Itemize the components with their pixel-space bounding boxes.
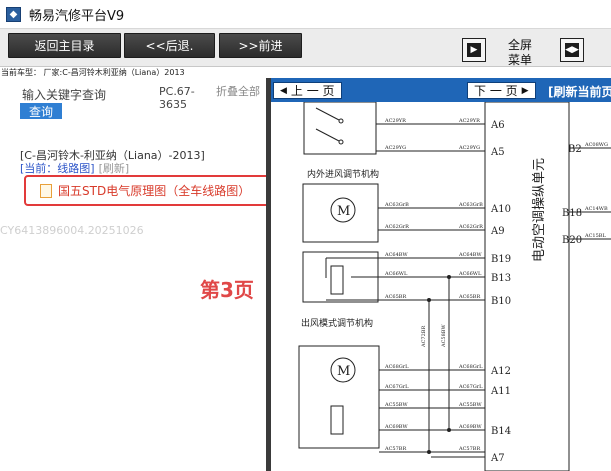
doc-item-wiring-diagram[interactable]: 国五STD电气原理图（全车线路图） [24, 175, 272, 206]
right-pin-2: B20 [562, 235, 582, 246]
wire-right-2: AC63GrB [458, 202, 483, 208]
pin-9: B14 [491, 426, 511, 437]
wire-right-1: AC29YG [458, 145, 480, 151]
expand-panel-button[interactable]: ◀▶ [560, 38, 584, 62]
home-button[interactable]: 返回主目录 [8, 33, 121, 58]
app-logo-icon: ◆ [6, 6, 21, 22]
search-button[interactable]: 查询 [20, 103, 62, 119]
wire-left-6: AC65BR [384, 294, 406, 300]
wire-right-9: AC55BW [458, 402, 482, 408]
wire-left-10: AC69BW [384, 424, 408, 430]
wire-left-2: AC63GrB [384, 202, 409, 208]
control-unit-title: 电动空调操纵单元 [531, 158, 547, 262]
pin-8: A11 [490, 386, 511, 397]
collapse-panel-button[interactable]: ▶ [462, 38, 486, 62]
search-label[interactable]: 输入关键字查询 [22, 86, 106, 103]
prev-arrow-icon: ◀ [280, 85, 287, 96]
next-page-button[interactable]: 下 一 页 ▶ [467, 82, 536, 99]
collapse-panel-icon: ▶ [467, 43, 481, 57]
wire-left-3: AC62GrR [384, 224, 409, 230]
label-recirc-mechanism: 内外进风调节机构 [307, 168, 379, 180]
wire-left-1: AC29YG [384, 145, 406, 151]
wire-left-0: AC29YR [384, 118, 406, 124]
sidebar: 输入关键字查询 查询 PC.67-3635 折叠全部 [C-昌河铃木-利亚纳（L… [0, 78, 272, 471]
wire-right-6: AC65BR [458, 294, 480, 300]
doc-item-label: 国五STD电气原理图（全车线路图） [58, 184, 251, 198]
current-view-label: [当前：线路图] [20, 162, 95, 175]
page-annotation: 第3页 [200, 278, 254, 302]
wire-left-4: AC64BW [384, 252, 408, 258]
fullscreen-label-line1: 全屏 [507, 38, 532, 52]
right-pin-1: B18 [562, 208, 582, 219]
pin-4: B19 [491, 254, 511, 265]
fullscreen-menu-label[interactable]: 全屏 菜单 [500, 38, 540, 68]
motor-symbol-recirc: M [337, 204, 350, 219]
pin-5: B13 [491, 273, 511, 284]
forward-button[interactable]: >>前进 [219, 33, 302, 58]
document-viewer: ◀ 上 一 页 下 一 页 ▶ [刷新当前页 M M 内外进风调节机构 出风模式… [271, 78, 611, 471]
next-page-label: 下 一 页 [474, 84, 518, 98]
refresh-page-link[interactable]: [刷新当前页 [548, 83, 611, 100]
wiring-diagram-svg: M M 内外进风调节机构 出风模式调节机构 AC29YR AC29YG AC63… [298, 101, 611, 471]
pin-6: B10 [491, 296, 511, 307]
wire-far-right-2: AC15BL [584, 233, 606, 239]
wire-far-right-0: AC08WG [584, 142, 608, 148]
pin-0: A6 [490, 120, 505, 131]
app-title: 畅易汽修平台V9 [29, 8, 125, 24]
wire-right-5: AC66WL [458, 271, 482, 277]
pin-2: A10 [490, 204, 511, 215]
wire-far-right-1: AC14WB [584, 206, 608, 212]
wire-left-11: AC57BR [384, 446, 406, 452]
refresh-link[interactable]: [刷新] [99, 162, 130, 175]
wiring-diagram: M M 内外进风调节机构 出风模式调节机构 AC29YR AC29YG AC63… [271, 101, 611, 471]
fold-all-button[interactable]: 折叠全部 [216, 85, 264, 98]
motor-symbol-outlet: M [337, 364, 350, 379]
breadcrumb: 当前车型： 厂家:C-昌河铃木利亚纳（Liana）2013 [1, 68, 185, 77]
title-bar: ◆ 畅易汽修平台V9 [0, 0, 611, 29]
vertical-wire-0: AC72BR [421, 326, 427, 348]
wire-right-0: AC29YR [458, 118, 480, 124]
expand-panel-icon: ◀▶ [565, 43, 579, 57]
pc-code: PC.67-3635 [159, 85, 195, 111]
viewer-navbar: ◀ 上 一 页 下 一 页 ▶ [刷新当前页 [271, 78, 611, 102]
wire-left-8: AC67GrL [384, 384, 409, 390]
wire-left-5: AC66WL [384, 271, 408, 277]
back-button[interactable]: <<后退. [124, 33, 215, 58]
label-outlet-mechanism: 出风模式调节机构 [301, 317, 373, 329]
pin-3: A9 [490, 226, 505, 237]
right-pin-0: B2 [568, 144, 582, 155]
document-icon [40, 183, 52, 198]
prev-page-button[interactable]: ◀ 上 一 页 [273, 82, 342, 99]
wire-right-3: AC62GrR [458, 224, 483, 230]
prev-page-label: 上 一 页 [290, 84, 335, 98]
watermark: CY6413896004.20251026 [0, 224, 144, 237]
outlet-motor-box [298, 345, 380, 449]
wire-right-7: AC68GrL [458, 364, 483, 370]
toolbar: 返回主目录 <<后退. >>前进 ▶ 全屏 菜单 ◀▶ [0, 29, 611, 67]
recirc-switch-box [303, 101, 377, 155]
vertical-wire-1: AC58BW [441, 324, 447, 348]
next-arrow-icon: ▶ [521, 85, 529, 96]
wire-right-11: AC57BR [458, 446, 480, 452]
fullscreen-label-line2: 菜单 [507, 53, 532, 67]
wire-right-8: AC67GrL [458, 384, 483, 390]
wire-left-9: AC55BW [384, 402, 408, 408]
pin-10: A7 [490, 453, 505, 464]
wire-right-10: AC69BW [458, 424, 482, 430]
wire-left-7: AC68GrL [384, 364, 409, 370]
wire-right-4: AC64BW [458, 252, 482, 258]
pin-7: A12 [490, 366, 511, 377]
pin-1: A5 [490, 147, 505, 158]
current-view: [当前：线路图] [刷新] [20, 160, 129, 176]
